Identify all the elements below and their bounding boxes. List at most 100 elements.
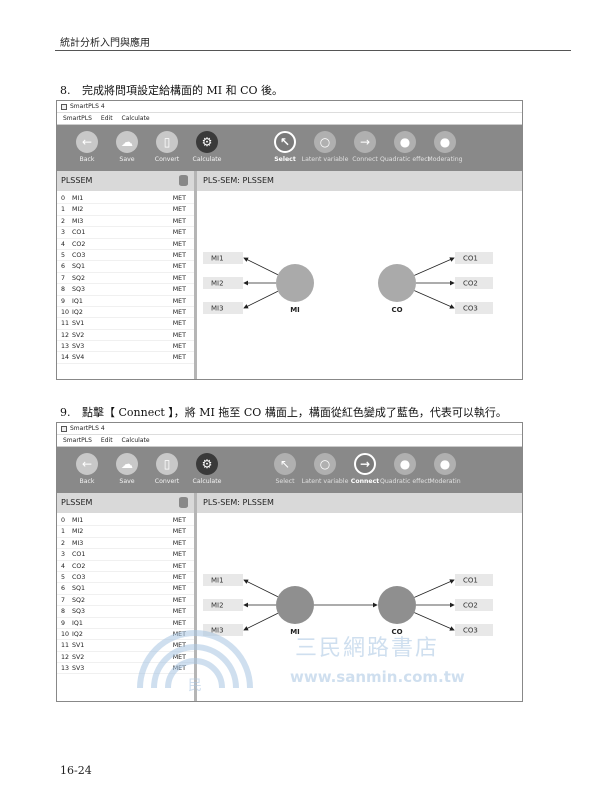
indicator-row[interactable]: 8 SQ3 MET	[57, 606, 194, 618]
indicator-name: SV2	[72, 653, 85, 661]
select-icon: ↖	[274, 131, 296, 153]
toolbar-label: Calculate	[192, 478, 222, 485]
toolbar-button-back[interactable]: ← Back	[67, 125, 107, 163]
indicator-row[interactable]: 3 CO1 MET	[57, 227, 194, 239]
construct-node-mi[interactable]	[276, 264, 314, 302]
window-title: SmartPLS 4	[70, 424, 105, 432]
database-icon[interactable]	[179, 497, 188, 508]
indicator-row[interactable]: 10 IQ2 MET	[57, 629, 194, 641]
indicator-index: 14	[61, 354, 70, 362]
toolbar-button-back[interactable]: ← Back	[67, 447, 107, 485]
construct-node-co[interactable]	[378, 264, 416, 302]
toolbar-button-moderating[interactable]: ● Moderatin	[425, 447, 465, 485]
indicator-row[interactable]: 6 SQ1 MET	[57, 261, 194, 273]
toolbar-button-latent-variable[interactable]: ○ Latent variable	[302, 447, 348, 485]
indicator-name: CO1	[72, 551, 86, 559]
indicator-index: 8	[61, 286, 66, 294]
indicator-row[interactable]: 14 SV4 MET	[57, 352, 194, 364]
indicator-row[interactable]: 7 SQ2 MET	[57, 273, 194, 285]
indicator-row[interactable]: 9 IQ1 MET	[57, 618, 194, 629]
indicator-index: 2	[61, 217, 66, 225]
indicator-type: MET	[172, 517, 186, 524]
indicator-type: MET	[172, 229, 186, 237]
indicator-row[interactable]: 3 CO1 MET	[57, 549, 194, 561]
indicator-row[interactable]: 5 CO3 MET	[57, 572, 194, 584]
workspace: PLSSEM 0 MI1 MET 1 MI2 MET 2 MI3 MET 3 CO1 MET 4 CO2 ME…	[57, 171, 522, 379]
indicator-row[interactable]: 10 IQ2 MET	[57, 307, 194, 319]
toolbar-label: Save	[119, 478, 135, 485]
indicator-label-mi1: MI1	[211, 577, 224, 585]
menu-item-calculate[interactable]: Calculate	[122, 435, 150, 446]
toolbar-button-select[interactable]: ↖ Select	[265, 447, 305, 485]
toolbar-button-latent-variable[interactable]: ○ Latent variable	[302, 125, 348, 163]
indicator-name: CO2	[72, 562, 86, 570]
indicator-row[interactable]: 0 MI1 MET	[57, 193, 194, 205]
indicator-row[interactable]: 4 CO2 MET	[57, 561, 194, 572]
toolbar-label: Moderating	[427, 156, 463, 163]
indicator-row[interactable]: 2 MI3 MET	[57, 216, 194, 228]
construct-node-mi[interactable]	[276, 586, 314, 624]
indicator-index: 7	[61, 596, 66, 604]
indicator-name: MI1	[72, 517, 84, 524]
menu-item-edit[interactable]: Edit	[101, 113, 113, 124]
indicator-row[interactable]: 12 SV2 MET	[57, 652, 194, 664]
indicator-row[interactable]: 11 SV1 MET	[57, 318, 194, 330]
indicator-type: MET	[172, 619, 186, 627]
indicator-type: MET	[172, 263, 186, 271]
database-icon[interactable]	[179, 175, 188, 186]
indicator-type: MET	[172, 608, 186, 616]
calculate-icon: ⚙	[196, 131, 218, 153]
indicator-label-co3: CO3	[463, 627, 478, 635]
indicator-row[interactable]: 13 SV3 MET	[57, 341, 194, 353]
menu-item-edit[interactable]: Edit	[101, 435, 113, 446]
toolbar-button-save[interactable]: ☁ Save	[107, 447, 147, 485]
latent-variable-icon: ○	[314, 131, 336, 153]
outer-loading-arrow	[243, 612, 279, 631]
indicator-row[interactable]: 1 MI2 MET	[57, 526, 194, 538]
toolbar-label: Quadratic effect	[379, 156, 431, 163]
toolbar-label: Quadratic effect	[379, 478, 431, 485]
indicator-row[interactable]: 0 MI1 MET	[57, 515, 194, 527]
app-icon	[61, 425, 67, 432]
indicator-name: SV4	[72, 354, 85, 362]
indicator-index: 0	[61, 195, 66, 202]
menu-item-calculate[interactable]: Calculate	[122, 113, 150, 124]
indicator-index: 1	[61, 206, 66, 214]
toolbar-button-calculate[interactable]: ⚙ Calculate	[187, 447, 227, 485]
indicator-name: SV2	[72, 331, 85, 339]
toolbar-button-quadratic-effect[interactable]: ● Quadratic effect	[380, 447, 430, 485]
menu-item-smartpls[interactable]: SmartPLS	[63, 435, 92, 446]
indicator-row[interactable]: 6 SQ1 MET	[57, 583, 194, 595]
indicator-list: 0 MI1 MET 1 MI2 MET 2 MI3 MET 3 CO1 MET 4 CO2 MET 5 CO3 M…	[57, 191, 194, 364]
indicator-index: 4	[61, 240, 66, 248]
indicator-type: MET	[172, 320, 186, 328]
indicator-row[interactable]: 1 MI2 MET	[57, 204, 194, 216]
construct-node-co[interactable]	[378, 586, 416, 624]
indicator-row[interactable]: 13 SV3 MET	[57, 663, 194, 675]
construct-label-co: CO	[391, 628, 402, 636]
step-8: 8. 完成將問項設定給構面的 MI 和 CO 後。	[60, 82, 283, 98]
indicator-label-mi3: MI3	[211, 627, 224, 635]
model-canvas: PLS-SEM: PLSSEM MI1 MI2 MI3 CO1 CO2 CO3 MI CO	[197, 493, 522, 701]
toolbar-button-calculate[interactable]: ⚙ Calculate	[187, 125, 227, 163]
toolbar-button-save[interactable]: ☁ Save	[107, 125, 147, 163]
toolbar-button-convert[interactable]: ▯ Convert	[147, 125, 187, 163]
indicator-row[interactable]: 5 CO3 MET	[57, 250, 194, 262]
toolbar-button-select[interactable]: ↖ Select	[265, 125, 305, 163]
indicator-row[interactable]: 11 SV1 MET	[57, 640, 194, 652]
toolbar-label: Select	[274, 156, 296, 163]
indicator-row[interactable]: 4 CO2 MET	[57, 239, 194, 250]
workspace: PLSSEM 0 MI1 MET 1 MI2 MET 2 MI3 MET 3 CO1 MET 4 CO2 ME…	[57, 493, 522, 701]
indicator-row[interactable]: 9 IQ1 MET	[57, 296, 194, 307]
toolbar-button-moderating[interactable]: ● Moderating	[425, 125, 465, 163]
toolbar-button-convert[interactable]: ▯ Convert	[147, 447, 187, 485]
indicator-row[interactable]: 8 SQ3 MET	[57, 284, 194, 296]
toolbar-button-quadratic-effect[interactable]: ● Quadratic effect	[380, 125, 430, 163]
toolbar-label: Calculate	[192, 156, 222, 163]
indicator-row[interactable]: 7 SQ2 MET	[57, 595, 194, 607]
indicator-label-mi2: MI2	[211, 602, 224, 610]
window-titlebar: SmartPLS 4	[57, 423, 522, 435]
indicator-row[interactable]: 2 MI3 MET	[57, 538, 194, 550]
indicator-row[interactable]: 12 SV2 MET	[57, 330, 194, 342]
menu-item-smartpls[interactable]: SmartPLS	[63, 113, 92, 124]
